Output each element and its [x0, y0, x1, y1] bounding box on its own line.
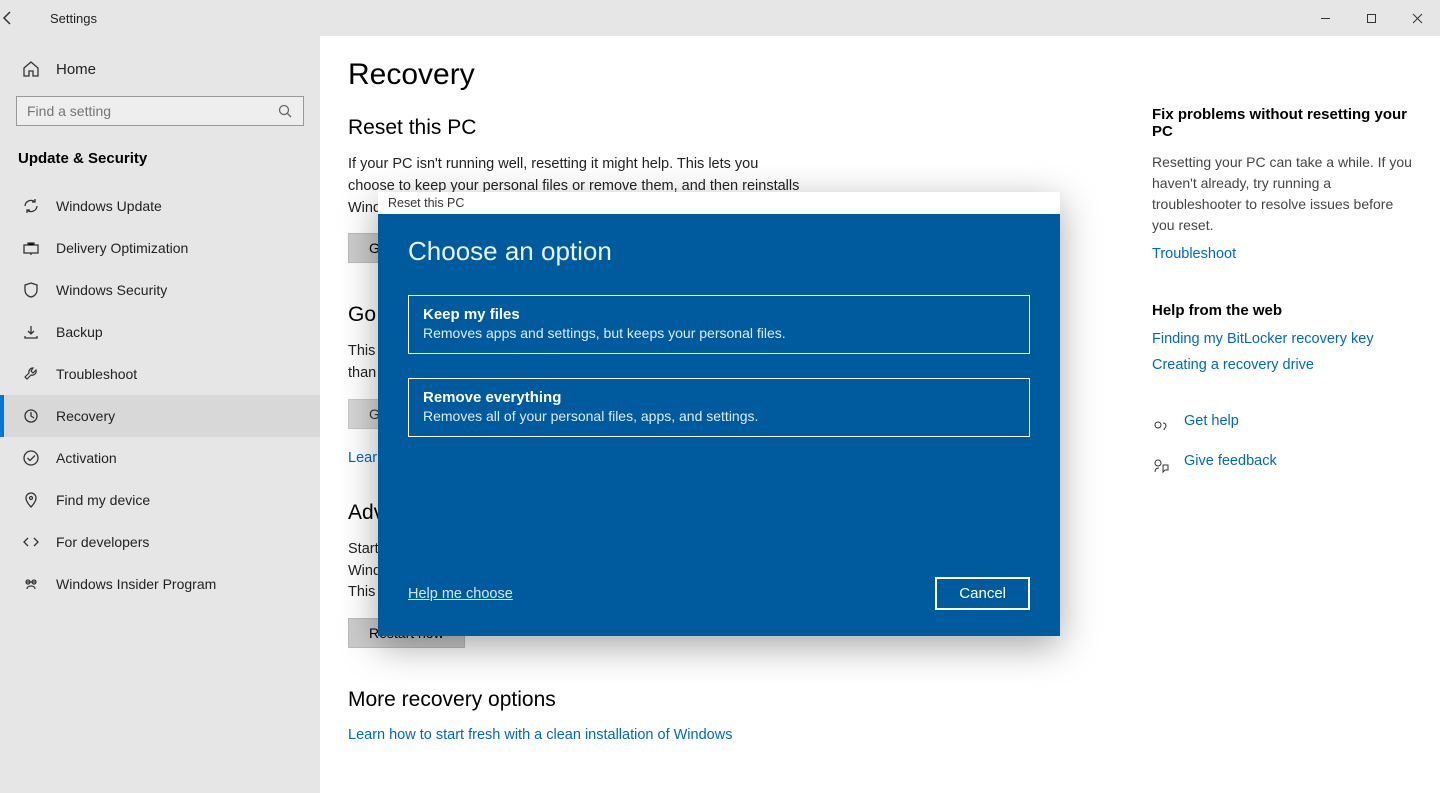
dialog-title-strip: Reset this PC — [378, 192, 1060, 214]
delivery-icon — [22, 239, 40, 257]
help-me-choose-link[interactable]: Help me choose — [408, 586, 513, 602]
close-button[interactable] — [1394, 0, 1440, 36]
wrench-icon — [22, 365, 40, 383]
sidebar-section-label: Update & Security — [0, 150, 320, 185]
developers-icon — [22, 533, 40, 551]
reset-heading: Reset this PC — [348, 116, 1112, 140]
get-help-icon — [1152, 417, 1170, 435]
home-icon — [22, 60, 40, 78]
backup-icon — [22, 323, 40, 341]
sidebar-item-label: Find my device — [56, 492, 150, 508]
check-icon — [22, 449, 40, 467]
cancel-button[interactable]: Cancel — [935, 577, 1030, 610]
sidebar-item-recovery[interactable]: Recovery — [0, 395, 320, 437]
insider-icon — [22, 575, 40, 593]
aside-fix-heading: Fix problems without resetting your PC — [1152, 106, 1412, 140]
feedback-icon — [1152, 457, 1170, 475]
aside-troubleshoot-link[interactable]: Troubleshoot — [1152, 246, 1412, 262]
option-title: Keep my files — [423, 306, 1015, 323]
sidebar-home-label: Home — [56, 61, 96, 78]
sidebar-item-label: Activation — [56, 450, 117, 466]
sidebar-item-label: Windows Update — [56, 198, 162, 214]
reset-pc-dialog: Reset this PC Choose an option Keep my f… — [378, 192, 1060, 636]
recovery-icon — [22, 407, 40, 425]
search-icon — [277, 103, 293, 119]
more-heading: More recovery options — [348, 688, 1112, 712]
sidebar-item-label: Backup — [56, 324, 103, 340]
dialog-heading: Choose an option — [408, 236, 1030, 267]
option-desc: Removes all of your personal files, apps… — [423, 408, 1015, 424]
option-title: Remove everything — [423, 389, 1015, 406]
option-desc: Removes apps and settings, but keeps you… — [423, 325, 1015, 341]
aside-help-link-recovery-drive[interactable]: Creating a recovery drive — [1152, 357, 1412, 373]
sync-icon — [22, 197, 40, 215]
sidebar-item-label: Recovery — [56, 408, 115, 424]
sidebar-item-for-developers[interactable]: For developers — [0, 521, 320, 563]
sidebar-item-find-my-device[interactable]: Find my device — [0, 479, 320, 521]
aside-help-link-bitlocker[interactable]: Finding my BitLocker recovery key — [1152, 331, 1412, 347]
sidebar-item-delivery-optimization[interactable]: Delivery Optimization — [0, 227, 320, 269]
sidebar-item-windows-update[interactable]: Windows Update — [0, 185, 320, 227]
option-keep-my-files[interactable]: Keep my files Removes apps and settings,… — [408, 295, 1030, 354]
maximize-button[interactable] — [1348, 0, 1394, 36]
shield-icon — [22, 281, 40, 299]
sidebar: Home Update & Security Windows Update De… — [0, 36, 320, 793]
sidebar-item-activation[interactable]: Activation — [0, 437, 320, 479]
give-feedback-link[interactable]: Give feedback — [1184, 453, 1277, 469]
aside-fix-desc: Resetting your PC can take a while. If y… — [1152, 152, 1412, 236]
sidebar-item-troubleshoot[interactable]: Troubleshoot — [0, 353, 320, 395]
get-help-link[interactable]: Get help — [1184, 413, 1239, 429]
search-box[interactable] — [16, 96, 304, 126]
aside-help-heading: Help from the web — [1152, 302, 1412, 319]
location-icon — [22, 491, 40, 509]
sidebar-item-windows-insider[interactable]: Windows Insider Program — [0, 563, 320, 605]
sidebar-item-backup[interactable]: Backup — [0, 311, 320, 353]
search-input[interactable] — [27, 103, 277, 119]
title-bar: Settings — [0, 0, 1440, 36]
back-button[interactable] — [0, 10, 50, 26]
sidebar-item-label: Troubleshoot — [56, 366, 137, 382]
aside-panel: Fix problems without resetting your PC R… — [1152, 58, 1412, 771]
sidebar-item-label: Windows Security — [56, 282, 167, 298]
sidebar-item-windows-security[interactable]: Windows Security — [0, 269, 320, 311]
sidebar-item-label: For developers — [56, 534, 149, 550]
sidebar-item-label: Windows Insider Program — [56, 576, 216, 592]
sidebar-home[interactable]: Home — [0, 52, 320, 96]
option-remove-everything[interactable]: Remove everything Removes all of your pe… — [408, 378, 1030, 437]
minimize-button[interactable] — [1302, 0, 1348, 36]
app-title: Settings — [50, 11, 97, 26]
page-title: Recovery — [348, 58, 1112, 92]
sidebar-item-label: Delivery Optimization — [56, 240, 188, 256]
more-link[interactable]: Learn how to start fresh with a clean in… — [348, 727, 732, 743]
